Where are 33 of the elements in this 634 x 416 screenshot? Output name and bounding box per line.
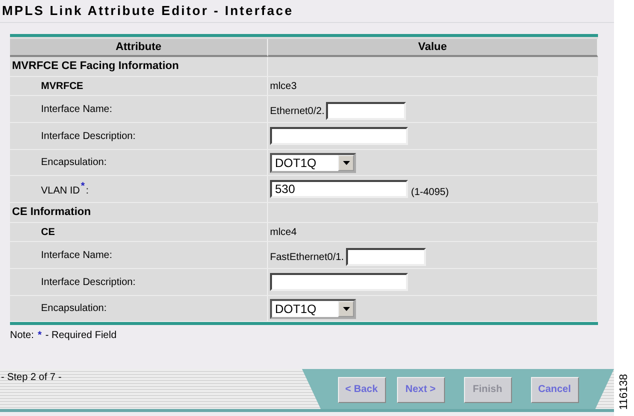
prefix-text: Ethernet0/2. [270, 106, 324, 116]
field-label: CE [41, 226, 55, 238]
wizard-button[interactable]: Cancel [530, 376, 578, 402]
input-field[interactable] [346, 248, 426, 266]
column-header: Value [268, 39, 598, 57]
caret-icon [338, 154, 354, 170]
value-text: mlce4 [270, 226, 297, 238]
value-text: mlce3 [270, 80, 297, 92]
page-title: MPLS Link Attribute Editor - Interface [0, 0, 614, 23]
dropdown[interactable]: DOT1Q [270, 298, 356, 318]
input-field[interactable]: 530 [270, 180, 408, 198]
wizard-button[interactable]: < Back [338, 376, 386, 402]
input-field[interactable] [270, 127, 408, 145]
required-note: Note: * - Required Field [10, 330, 118, 341]
section-title: CE Information [10, 203, 268, 222]
dropdown[interactable]: DOT1Q [270, 152, 356, 172]
field-label: Encapsulation: [41, 157, 107, 168]
field-label: Interface Name: [41, 104, 112, 114]
caret-icon [338, 300, 354, 316]
field-label: Interface Name: [41, 250, 112, 260]
input-field[interactable] [270, 273, 408, 291]
field-label: Encapsulation: [41, 303, 107, 314]
wizard-button[interactable]: Next > [396, 376, 444, 402]
column-header: Attribute [10, 39, 268, 57]
range-hint: (1-4095) [411, 186, 449, 198]
input-field[interactable] [326, 102, 406, 120]
section-title: MVRFCE CE Facing Information [10, 57, 268, 76]
step-indicator: - Step 2 of 7 - [0, 371, 62, 385]
field-label: MVRFCE [41, 80, 84, 92]
field-label: Interface Description: [41, 276, 136, 288]
figure-number: 116138 [618, 374, 630, 410]
prefix-text: FastEthernet0/1. [270, 252, 344, 262]
field-label: Interface Description: [41, 130, 136, 142]
